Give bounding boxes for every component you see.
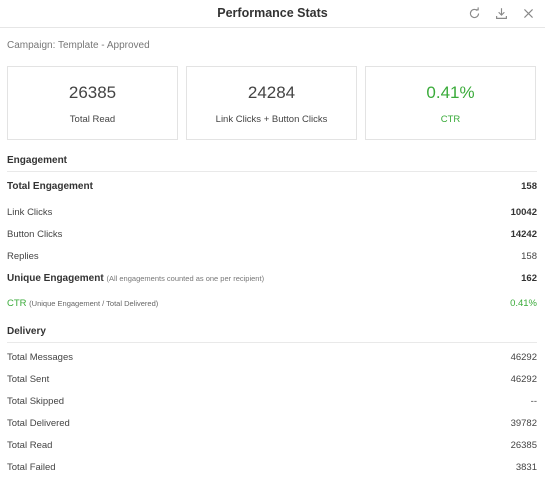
row-value: 0.41% <box>510 298 537 309</box>
card-value: 26385 <box>68 83 117 102</box>
total-read-row: Total Read 26385 <box>7 438 537 454</box>
row-label: Total Delivered <box>7 418 70 429</box>
divider <box>7 342 537 343</box>
row-value: 158 <box>521 181 537 192</box>
row-value: 3831 <box>515 462 537 473</box>
row-value: 46292 <box>510 352 537 363</box>
delivery-heading: Delivery <box>7 326 46 337</box>
replies-row: Replies 158 <box>7 249 537 265</box>
row-label: Button Clicks <box>7 229 63 240</box>
close-icon[interactable] <box>519 4 537 22</box>
total-messages-row: Total Messages 46292 <box>7 350 537 366</box>
total-delivered-row: Total Delivered 39782 <box>7 416 537 432</box>
row-value: 162 <box>521 273 537 284</box>
row-label: Total Read <box>7 440 53 451</box>
row-label: Total Engagement <box>7 181 93 192</box>
unique-engagement-label: Unique Engagement <box>7 273 104 284</box>
row-label: Total Sent <box>7 374 50 385</box>
link-clicks-row: Link Clicks 10042 <box>7 205 537 221</box>
row-label: Replies <box>7 251 39 262</box>
row-value: 14242 <box>510 229 537 240</box>
row-label: Unique Engagement (All engagements count… <box>7 273 264 284</box>
engagement-heading: Engagement <box>7 155 68 166</box>
row-value: 46292 <box>510 374 537 385</box>
unique-engagement-row: Unique Engagement (All engagements count… <box>7 271 537 287</box>
row-label: Total Failed <box>7 462 56 473</box>
button-clicks-row: Button Clicks 14242 <box>7 227 537 243</box>
total-read-card: 26385 Total Read <box>7 66 178 140</box>
ctr-row: CTR (Unique Engagement / Total Delivered… <box>7 296 537 312</box>
total-sent-row: Total Sent 46292 <box>7 372 537 388</box>
row-label: Total Messages <box>7 352 74 363</box>
card-value: 0.41% <box>426 83 475 102</box>
row-label: CTR (Unique Engagement / Total Delivered… <box>7 298 158 309</box>
card-label: Total Read <box>69 114 116 125</box>
total-engagement-row: Total Engagement 158 <box>7 179 537 195</box>
ctr-label: CTR <box>7 298 27 309</box>
card-value: 24284 <box>247 83 296 102</box>
row-value: 39782 <box>510 418 537 429</box>
divider <box>7 171 537 172</box>
total-skipped-row: Total Skipped -- <box>7 394 537 410</box>
dialog-title: Performance Stats <box>217 6 328 20</box>
unique-engagement-note: (All engagements counted as one per reci… <box>106 274 265 283</box>
row-value: 158 <box>521 251 537 262</box>
row-label: Total Skipped <box>7 396 65 407</box>
row-value: 10042 <box>510 207 537 218</box>
ctr-note: (Unique Engagement / Total Delivered) <box>29 299 159 308</box>
row-value: 26385 <box>510 440 537 451</box>
download-icon[interactable] <box>492 4 510 22</box>
campaign-name: Campaign: Template - Approved <box>7 40 150 51</box>
clicks-card: 24284 Link Clicks + Button Clicks <box>186 66 357 140</box>
row-value: -- <box>530 396 537 407</box>
refresh-icon[interactable] <box>465 4 483 22</box>
card-label: Link Clicks + Button Clicks <box>215 114 328 125</box>
dialog-header: Performance Stats <box>0 0 545 28</box>
row-label: Link Clicks <box>7 207 53 218</box>
total-failed-row: Total Failed 3831 <box>7 460 537 476</box>
ctr-card: 0.41% CTR <box>365 66 536 140</box>
card-label: CTR <box>440 114 461 125</box>
